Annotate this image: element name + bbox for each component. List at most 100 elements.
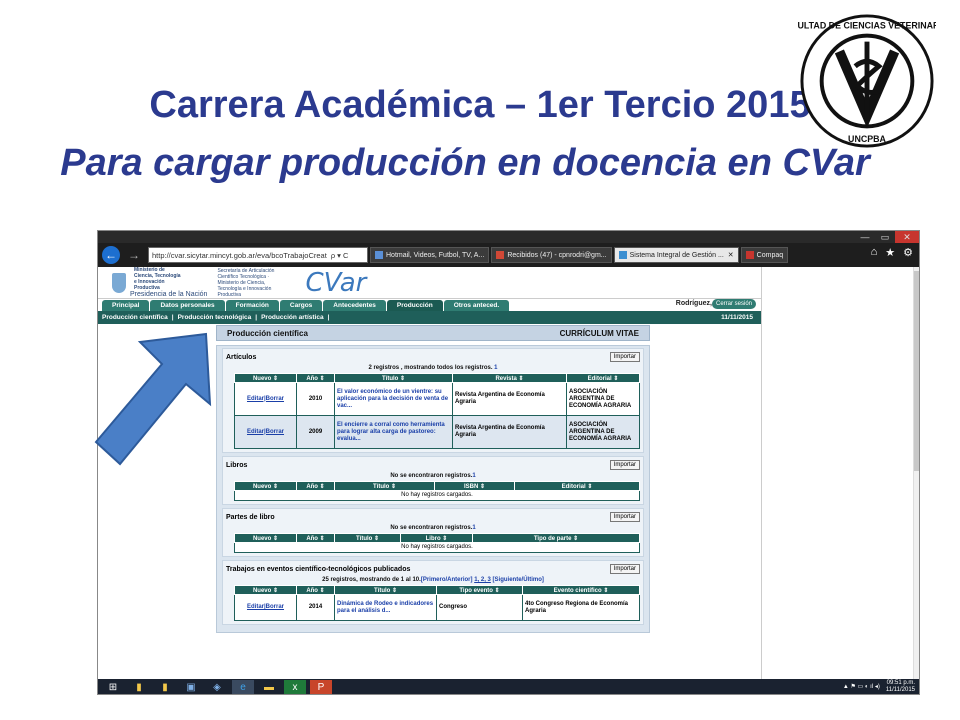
secretariat-name: Secretaría de Articulación Científico Te… xyxy=(217,267,275,298)
system-tray: ▲ ⚑ ▭ ◐ ıl ◂) 09:51 p.m. 11/11/2015 xyxy=(843,680,915,694)
tray-icons[interactable]: ▲ ⚑ ▭ ◐ ıl ◂) xyxy=(843,684,880,691)
col-nuevo[interactable]: Nuevo ⇕ xyxy=(234,373,297,383)
favorites-icon[interactable]: ★ xyxy=(885,246,895,259)
col-evento-cientifico[interactable]: Evento científico ⇕ xyxy=(522,585,640,595)
tab-datos-personales[interactable]: Datos personales xyxy=(150,300,225,311)
file-explorer-icon[interactable]: ▮ xyxy=(128,680,150,694)
back-button[interactable]: ← xyxy=(102,246,120,264)
row-year: 2010 xyxy=(296,382,335,416)
col-revista[interactable]: Revista ⇕ xyxy=(452,373,567,383)
import-articles-button[interactable]: Importar xyxy=(609,352,640,362)
col-isbn[interactable]: ISBN ⇕ xyxy=(434,481,515,491)
col-titulo[interactable]: Título ⇕ xyxy=(334,585,437,595)
close-icon[interactable]: ✕ xyxy=(895,231,919,243)
subtab-produccion-tecnologica[interactable]: Producción tecnológica xyxy=(178,314,252,321)
row-title[interactable]: Dinámica de Rodeo e indicadores para el … xyxy=(334,594,437,621)
tab-sigeva[interactable]: Sistema Integral de Gestión ... ✕ xyxy=(613,247,739,263)
maximize-icon[interactable]: ▭ xyxy=(875,231,895,243)
page-link[interactable]: 1 xyxy=(472,473,475,479)
tab-cargos[interactable]: Cargos xyxy=(279,300,323,311)
remote-desktop-icon[interactable]: ▣ xyxy=(180,680,202,694)
col-titulo[interactable]: Título ⇕ xyxy=(334,533,401,543)
count-text: 25 registros, mostrando de 1 al 10. xyxy=(322,577,421,583)
current-date: 11/11/2015 xyxy=(721,314,753,321)
page-link[interactable]: 1 xyxy=(472,525,475,531)
network-icon[interactable]: ◈ xyxy=(206,680,228,694)
table-row: Editar|Borrar 2009 El encierre a corral … xyxy=(234,415,640,449)
edit-delete-link[interactable]: Editar|Borrar xyxy=(234,382,297,416)
count-text: No se encontraron registros. xyxy=(390,525,473,531)
settings-icon[interactable]: ⚙ xyxy=(903,246,913,259)
page-link[interactable]: 1 xyxy=(494,365,497,371)
col-nuevo[interactable]: Nuevo ⇕ xyxy=(234,533,297,543)
svg-text:UNCPBA: UNCPBA xyxy=(848,134,887,144)
events-block: Trabajos en eventos científico-tecnológi… xyxy=(222,560,644,625)
book-parts-count: No se encontraron registros.1 xyxy=(226,525,640,531)
faculty-logo: FACULTAD DE CIENCIAS VETERINARIAS UNCPBA xyxy=(798,14,936,148)
pager-prev-link[interactable]: [Primero/Anterior] xyxy=(421,577,473,583)
col-libro[interactable]: Libro ⇕ xyxy=(400,533,473,543)
col-anio[interactable]: Año ⇕ xyxy=(296,533,335,543)
book-parts-block: Partes de libro Importar No se encontrar… xyxy=(222,508,644,557)
col-tipo-parte[interactable]: Tipo de parte ⇕ xyxy=(472,533,640,543)
folder-icon[interactable]: ▬ xyxy=(258,680,280,694)
ministry-block: Ministerio de Ciencia, Tecnología e Inno… xyxy=(130,267,207,298)
col-nuevo[interactable]: Nuevo ⇕ xyxy=(234,481,297,491)
import-events-button[interactable]: Importar xyxy=(609,564,640,574)
import-books-button[interactable]: Importar xyxy=(609,460,640,470)
cv-label: CURRÍCULUM VITAE xyxy=(559,328,639,338)
edit-delete-link[interactable]: Editar|Borrar xyxy=(234,594,297,621)
empty-message: No hay registros cargados. xyxy=(234,542,640,553)
books-title: Libros xyxy=(226,461,248,469)
ministry-name: Ministerio de Ciencia, Tecnología e Inno… xyxy=(134,267,181,291)
page-links[interactable]: 1, 2, 3 xyxy=(474,577,491,583)
pager-next-link[interactable]: [Siguiente/Último] xyxy=(493,577,544,583)
argentina-shield-icon xyxy=(112,272,126,293)
tab-otros-antecedentes[interactable]: Otros anteced. xyxy=(443,300,510,311)
row-title[interactable]: El valor económico de un vientre: su apl… xyxy=(334,382,453,416)
browser-screenshot: — ▭ ✕ ← → http://cvar.sicytar.mincyt.gob… xyxy=(97,230,920,695)
book-parts-title: Partes de libro xyxy=(226,513,275,521)
right-blank-panel xyxy=(761,267,916,679)
col-tipo-evento[interactable]: Tipo evento ⇕ xyxy=(436,585,523,595)
address-bar[interactable]: http://cvar.sicytar.mincyt.gob.ar/eva/bc… xyxy=(148,247,368,263)
internet-explorer-icon[interactable]: e xyxy=(232,680,254,694)
separator: | xyxy=(327,314,330,321)
subtab-produccion-cientifica[interactable]: Producción científica xyxy=(102,314,168,321)
row-title[interactable]: El encierre a corral como herramienta pa… xyxy=(334,415,453,449)
tab-antecedentes[interactable]: Antecedentes xyxy=(323,300,386,311)
import-book-parts-button[interactable]: Importar xyxy=(609,512,640,522)
subtab-produccion-artistica[interactable]: Producción artística xyxy=(261,314,324,321)
minimize-icon[interactable]: — xyxy=(855,231,875,243)
tab-label: Compaq xyxy=(756,251,784,259)
page-scrollbar[interactable] xyxy=(913,267,919,679)
forward-button[interactable]: → xyxy=(128,248,140,262)
row-publisher: ASOCIACIÓN ARGENTINA DE ECONOMÍA AGRARIA xyxy=(566,382,640,416)
logout-button[interactable]: Cerrar sesión xyxy=(711,299,756,309)
col-editorial[interactable]: Editorial ⇕ xyxy=(566,373,640,383)
col-editorial[interactable]: Editorial ⇕ xyxy=(514,481,640,491)
tab-compaq[interactable]: Compaq xyxy=(740,247,789,263)
excel-icon[interactable]: x xyxy=(284,680,306,694)
tab-principal[interactable]: Principal xyxy=(102,300,150,311)
col-titulo[interactable]: Título ⇕ xyxy=(334,481,435,491)
powerpoint-icon[interactable]: P xyxy=(310,680,332,694)
document-icon[interactable]: ▮ xyxy=(154,680,176,694)
col-anio[interactable]: Año ⇕ xyxy=(296,481,335,491)
edit-delete-link[interactable]: Editar|Borrar xyxy=(234,415,297,449)
tab-close-icon[interactable]: ✕ xyxy=(728,251,734,259)
start-button[interactable]: ⊞ xyxy=(102,680,124,694)
separator: | xyxy=(171,314,174,321)
tab-gmail[interactable]: Recibidos (47) - cpnrodri@gm... xyxy=(491,247,612,263)
tab-formacion[interactable]: Formación xyxy=(225,300,279,311)
home-icon[interactable]: ⌂ xyxy=(871,246,878,259)
col-nuevo[interactable]: Nuevo ⇕ xyxy=(234,585,297,595)
presidency-label: Presidencia de la Nación xyxy=(130,291,208,298)
tab-hotmail[interactable]: Hotmail, Videos, Futbol, TV, A... xyxy=(370,247,490,263)
col-anio[interactable]: Año ⇕ xyxy=(296,373,335,383)
separator: | xyxy=(255,314,258,321)
col-titulo[interactable]: Título ⇕ xyxy=(334,373,453,383)
col-anio[interactable]: Año ⇕ xyxy=(296,585,335,595)
events-count: 25 registros, mostrando de 1 al 10.[Prim… xyxy=(226,577,640,583)
tab-produccion[interactable]: Producción xyxy=(386,300,443,311)
